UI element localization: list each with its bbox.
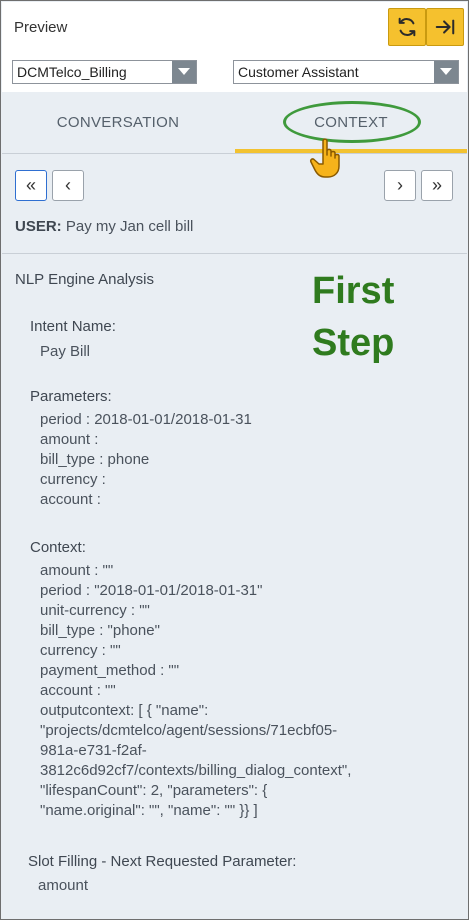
chevron-down-icon xyxy=(434,61,458,83)
pointing-hand-icon xyxy=(310,138,340,178)
parameter-item: account : xyxy=(40,491,101,508)
analysis-title: NLP Engine Analysis xyxy=(15,271,154,288)
first-step-annotation: First Step xyxy=(312,265,452,369)
chevron-down-icon xyxy=(172,61,196,83)
previous-page-button[interactable]: ‹ xyxy=(52,170,84,201)
user-label: USER: xyxy=(15,218,62,235)
annotation-line-1: First xyxy=(312,270,395,312)
assistant-select[interactable]: Customer Assistant xyxy=(233,60,459,84)
context-item: 3812c6d92cf7/contexts/billing_dialog_con… xyxy=(40,762,352,779)
parameter-item: currency : xyxy=(40,471,106,488)
slot-filling-value: amount xyxy=(38,877,89,894)
context-item: outputcontext: [ { "name": xyxy=(40,702,209,719)
context-item: "name.original": "", "name": "" }} ] xyxy=(40,802,258,819)
intent-value: Pay Bill xyxy=(40,343,91,360)
refresh-icon xyxy=(398,17,416,37)
preview-panel: Preview DCMTelco_Billing Customer Assist… xyxy=(0,0,469,920)
context-item: account : "" xyxy=(40,682,116,699)
parameter-item: bill_type : phone xyxy=(40,451,150,468)
context-label: Context: xyxy=(30,539,86,556)
context-item: amount : "" xyxy=(40,562,114,579)
refresh-button[interactable] xyxy=(388,8,426,46)
context-item: "projects/dcmtelco/agent/sessions/71ecbf… xyxy=(40,722,338,739)
bot-select[interactable]: DCMTelco_Billing xyxy=(12,60,197,84)
highlight-oval xyxy=(283,101,421,143)
parameter-item: amount : xyxy=(40,431,99,448)
forward-button[interactable] xyxy=(426,8,464,46)
context-item: "lifespanCount": 2, "parameters": { xyxy=(40,782,268,799)
parameters-list: period : 2018-01-01/2018-01-31 amount : … xyxy=(40,410,252,510)
preview-header: Preview DCMTelco_Billing Customer Assist… xyxy=(2,2,467,92)
panel-title: Preview xyxy=(14,19,68,36)
context-item: payment_method : "" xyxy=(40,662,180,679)
user-utterance: USER: Pay my Jan cell bill xyxy=(15,218,193,235)
bot-select-value: DCMTelco_Billing xyxy=(17,64,127,80)
tab-conversation[interactable]: CONVERSATION xyxy=(2,92,234,152)
user-text: Pay my Jan cell bill xyxy=(65,218,194,235)
last-page-button[interactable]: » xyxy=(421,170,453,201)
context-item: unit-currency : "" xyxy=(40,602,150,619)
intent-label: Intent Name: xyxy=(30,318,116,335)
context-item: currency : "" xyxy=(40,642,121,659)
context-item: period : "2018-01-01/2018-01-31" xyxy=(40,582,263,599)
context-item: bill_type : "phone" xyxy=(40,622,160,639)
context-list: amount : "" period : "2018-01-01/2018-01… xyxy=(40,561,351,821)
assistant-select-value: Customer Assistant xyxy=(238,64,359,80)
slot-filling-label: Slot Filling - Next Requested Parameter: xyxy=(28,853,297,870)
active-tab-indicator xyxy=(235,149,467,153)
parameters-label: Parameters: xyxy=(30,388,112,405)
arrow-right-to-bar-icon xyxy=(435,19,455,35)
next-page-button[interactable]: › xyxy=(384,170,416,201)
annotation-line-2: Step xyxy=(312,322,395,364)
first-page-button[interactable]: « xyxy=(15,170,47,201)
divider xyxy=(2,253,467,254)
context-item: 981a-e731-f2af- xyxy=(40,742,147,759)
parameter-item: period : 2018-01-01/2018-01-31 xyxy=(40,411,252,428)
